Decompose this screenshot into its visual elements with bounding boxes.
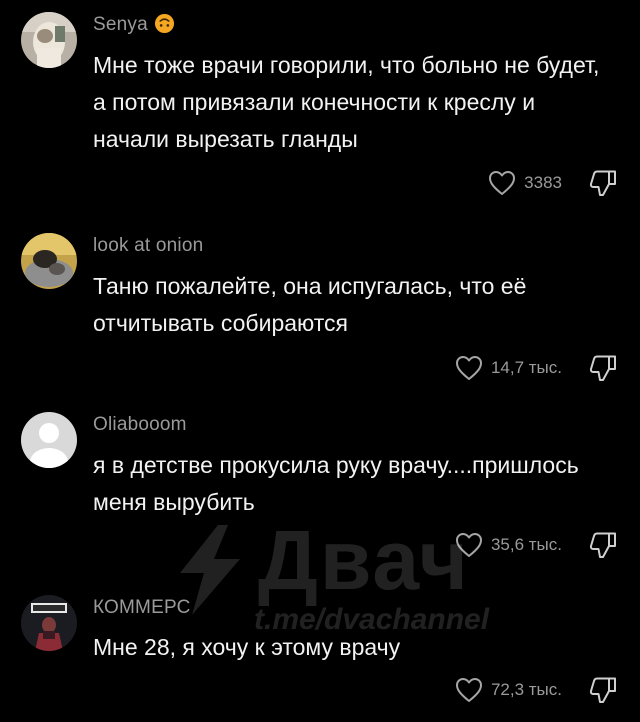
heart-icon[interactable] xyxy=(455,532,483,558)
user-avatar[interactable] xyxy=(21,233,77,289)
watermark-title: Двач xyxy=(258,513,470,607)
user-avatar[interactable] xyxy=(21,12,77,68)
comment-username[interactable]: Oliabooom xyxy=(93,414,187,436)
dislike-icon[interactable] xyxy=(588,675,618,705)
comment-text: Таню пожалейте, она испугалась, что её о… xyxy=(93,273,527,336)
user-avatar[interactable] xyxy=(21,595,77,651)
like-count: 3383 xyxy=(524,173,562,192)
heart-icon[interactable] xyxy=(455,355,483,381)
like-count: 35,6 тыс. xyxy=(490,535,562,554)
comment-actions: 72,3 тыс. xyxy=(455,676,618,704)
dislike-icon[interactable] xyxy=(588,530,618,560)
default-avatar-icon xyxy=(21,412,77,468)
dislike-icon[interactable] xyxy=(588,168,618,198)
comment-actions: 14,7 тыс. xyxy=(455,354,618,382)
comment-text: я в детстве прокусила руку врачу....приш… xyxy=(93,452,579,515)
dislike-icon[interactable] xyxy=(588,353,618,383)
avatar-photo-icon xyxy=(21,233,77,289)
avatar-photo-icon xyxy=(21,595,77,651)
comment-actions: 35,6 тыс. xyxy=(455,531,618,559)
comment-text: Мне тоже врачи говорили, что больно не б… xyxy=(93,52,600,152)
comment-username[interactable]: КОММЕРС xyxy=(93,597,191,619)
avatar-photo-icon xyxy=(21,12,77,68)
user-avatar[interactable] xyxy=(21,412,77,468)
like-count: 72,3 тыс. xyxy=(490,680,562,699)
comment-actions: 3383 xyxy=(488,169,618,197)
heart-icon[interactable] xyxy=(488,170,516,196)
upside-down-face-emoji-icon xyxy=(154,13,174,34)
like-count: 14,7 тыс. xyxy=(490,358,562,377)
comment-text: Мне 28, я хочу к этому врачу xyxy=(93,634,401,660)
heart-icon[interactable] xyxy=(455,677,483,703)
comment-username[interactable]: look at onion xyxy=(93,235,203,257)
username-text: Senya xyxy=(93,14,148,35)
watermark: Двач t.me/dvachannel xyxy=(170,515,500,640)
comment-username[interactable]: Senya xyxy=(93,13,175,36)
